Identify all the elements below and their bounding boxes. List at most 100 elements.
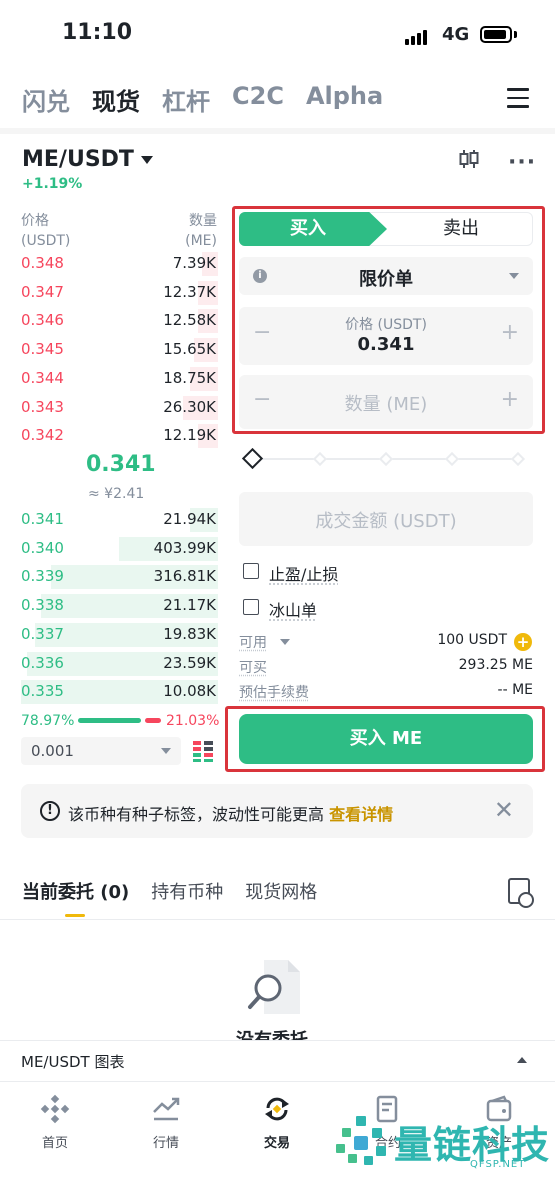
- empty-state-text: 没有委托: [236, 1026, 308, 1040]
- row-price: 0.348: [21, 254, 64, 272]
- row-qty: 21.17K: [163, 596, 216, 614]
- seed-tag-notice: ! 该币种有种子标签，波动性可能更高 查看详情 ✕: [21, 784, 533, 838]
- buy-ratio: 78.97%: [21, 713, 74, 729]
- tab-spot-grid[interactable]: 现货网格: [245, 878, 317, 904]
- row-price: 0.343: [21, 398, 64, 416]
- battery-icon: [480, 26, 512, 43]
- row-qty: 19.83K: [163, 625, 216, 643]
- watermark: 量链科技 QFSP.NET: [334, 1112, 555, 1172]
- slider-mark-50[interactable]: [379, 452, 393, 466]
- ask-row[interactable]: 0.344 18.75K: [0, 365, 218, 393]
- ask-row[interactable]: 0.345 15.65K: [0, 336, 218, 364]
- section-divider: [0, 128, 555, 134]
- sell-ratio: 21.03%: [166, 713, 219, 729]
- row-qty: 7.39K: [173, 254, 216, 272]
- precision-select[interactable]: 0.001: [21, 737, 181, 765]
- bid-row[interactable]: 0.341 21.94K: [0, 506, 218, 534]
- pair-symbol[interactable]: ME/USDT: [22, 147, 134, 172]
- watermark-logo-icon: [334, 1114, 390, 1168]
- nav-home[interactable]: 首页: [20, 1094, 90, 1124]
- total-input[interactable]: 成交金额 (USDT): [239, 492, 533, 546]
- bid-row[interactable]: 0.338 21.17K: [0, 592, 218, 620]
- menu-icon[interactable]: [507, 88, 529, 108]
- tab-convert[interactable]: 闪兑: [22, 82, 70, 117]
- chevron-down-icon[interactable]: [280, 639, 290, 645]
- buy-ratio-bar: [78, 718, 141, 723]
- bid-row[interactable]: 0.336 23.59K: [0, 650, 218, 678]
- row-price: 0.339: [21, 567, 64, 585]
- row-qty: 23.59K: [163, 654, 216, 672]
- trade-swap-icon: [262, 1094, 292, 1124]
- view-details-link[interactable]: 查看详情: [329, 805, 393, 824]
- row-qty: 10.08K: [163, 682, 216, 700]
- tab-margin[interactable]: 杠杆: [162, 82, 210, 117]
- bid-row[interactable]: 0.339 316.81K: [0, 563, 218, 591]
- bid-row[interactable]: 0.335 10.08K: [0, 678, 218, 706]
- empty-search-icon: [246, 958, 304, 1018]
- ask-row[interactable]: 0.348 7.39K: [0, 250, 218, 278]
- row-price: 0.338: [21, 596, 64, 614]
- pair-dropdown-icon[interactable]: [141, 156, 153, 164]
- tpsl-checkbox[interactable]: [243, 563, 259, 579]
- slider-mark-25[interactable]: [313, 452, 327, 466]
- iceberg-label[interactable]: 冰山单: [269, 597, 317, 621]
- row-price: 0.335: [21, 682, 64, 700]
- row-price: 0.337: [21, 625, 64, 643]
- close-icon[interactable]: ✕: [494, 796, 514, 824]
- row-price: 0.346: [21, 311, 64, 329]
- chevron-up-icon: [517, 1057, 527, 1063]
- tpsl-label[interactable]: 止盈/止损: [269, 561, 338, 585]
- order-history-icon[interactable]: [508, 878, 530, 904]
- top-tabs: 闪兑 现货 杠杆 C2C Alpha: [22, 82, 383, 117]
- more-options-icon[interactable]: ···: [508, 150, 536, 175]
- ask-row[interactable]: 0.343 26.30K: [0, 394, 218, 422]
- slider-mark-100[interactable]: [511, 452, 525, 466]
- watermark-url: QFSP.NET: [470, 1159, 525, 1170]
- binance-logo-icon: [40, 1094, 70, 1124]
- bid-row[interactable]: 0.340 403.99K: [0, 535, 218, 563]
- row-qty: 18.75K: [163, 369, 216, 387]
- row-qty: 316.81K: [154, 567, 216, 585]
- active-tab-underline: [65, 914, 85, 917]
- status-time: 11:10: [62, 20, 132, 45]
- sell-ratio-bar: [145, 718, 161, 723]
- row-qty: 12.19K: [163, 426, 216, 444]
- row-price: 0.342: [21, 426, 64, 444]
- orderbook-price-header: 价格 (USDT): [21, 211, 70, 251]
- slider-handle[interactable]: [242, 448, 263, 469]
- orders-tabs: 当前委托 (0) 持有币种 现货网格: [22, 878, 317, 904]
- row-price: 0.341: [21, 510, 64, 528]
- can-buy-row: 可买 293.25 ME: [239, 657, 533, 679]
- row-price: 0.340: [21, 539, 64, 557]
- network-label: 4G: [442, 24, 469, 45]
- fee-row: 预估手续费 -- ME: [239, 682, 533, 704]
- last-price[interactable]: 0.341: [86, 452, 156, 477]
- highlight-box-form: [232, 206, 545, 434]
- row-price: 0.345: [21, 340, 64, 358]
- markets-chart-icon: [151, 1094, 181, 1124]
- highlight-box-button: [225, 706, 545, 772]
- tab-c2c[interactable]: C2C: [232, 82, 284, 117]
- row-price: 0.336: [21, 654, 64, 672]
- transfer-plus-icon[interactable]: +: [514, 633, 532, 651]
- tab-open-orders[interactable]: 当前委托 (0): [22, 878, 129, 904]
- ask-row[interactable]: 0.342 12.19K: [0, 422, 218, 450]
- candlestick-chart-icon[interactable]: [458, 148, 480, 174]
- alert-icon: !: [40, 801, 60, 821]
- bid-row[interactable]: 0.337 19.83K: [0, 621, 218, 649]
- tab-alpha[interactable]: Alpha: [306, 82, 383, 117]
- chart-bar[interactable]: ME/USDT 图表: [0, 1040, 555, 1080]
- slider-mark-75[interactable]: [445, 452, 459, 466]
- iceberg-checkbox[interactable]: [243, 599, 259, 615]
- row-qty: 15.65K: [163, 340, 216, 358]
- orderbook-layout-icon[interactable]: [192, 740, 214, 762]
- pair-change: +1.19%: [22, 176, 82, 192]
- row-qty: 403.99K: [154, 539, 216, 557]
- chevron-down-icon: [161, 748, 171, 754]
- tab-spot[interactable]: 现货: [92, 82, 140, 117]
- nav-markets[interactable]: 行情: [131, 1094, 201, 1124]
- tab-holdings[interactable]: 持有币种: [151, 878, 223, 904]
- ask-row[interactable]: 0.347 12.37K: [0, 279, 218, 307]
- ask-row[interactable]: 0.346 12.58K: [0, 307, 218, 335]
- nav-trade[interactable]: 交易: [242, 1094, 312, 1124]
